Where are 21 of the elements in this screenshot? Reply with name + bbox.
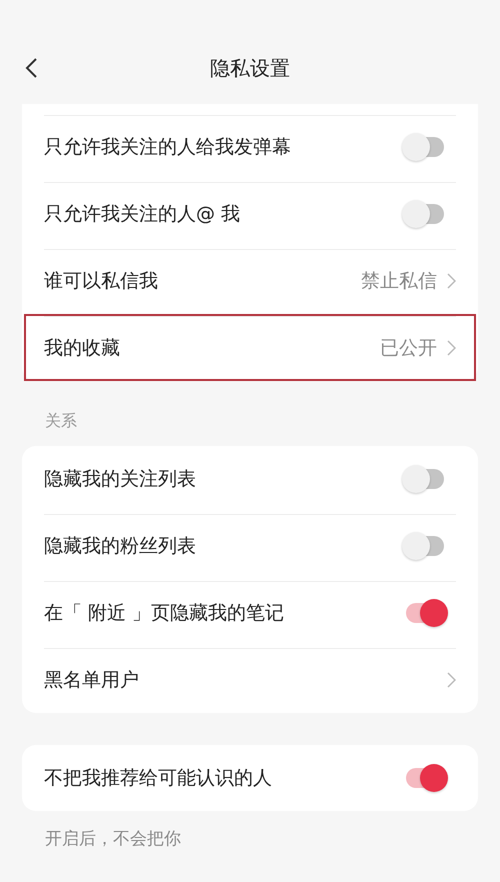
page-title: 隐私设置 xyxy=(210,54,290,82)
setting-label: 隐藏我的粉丝列表 xyxy=(44,534,196,559)
hint-text: 开启后，不会把你 xyxy=(44,828,182,850)
settings-row[interactable]: 我的收藏 已公开 xyxy=(24,314,476,381)
setting-label: 只允许我关注的人给我发弹幕 xyxy=(44,135,291,160)
setting-label: 在「 附近 」页隐藏我的笔记 xyxy=(44,601,284,626)
setting-label: 不把我推荐给可能认识的人 xyxy=(44,766,272,791)
setting-value: 禁止私信 xyxy=(361,269,437,294)
setting-label: 谁可以私信我 xyxy=(44,269,158,294)
chevron-icon[interactable] xyxy=(447,672,456,688)
chevron-icon[interactable] xyxy=(447,340,456,356)
chevron-icon[interactable] xyxy=(447,273,456,289)
setting-label: 隐藏我的关注列表 xyxy=(44,467,196,492)
setting-label: 黑名单用户 xyxy=(44,668,139,693)
setting-label: 我的收藏 xyxy=(44,336,120,361)
back-icon[interactable] xyxy=(24,57,38,79)
settings-row[interactable]: 谁可以私信我 禁止私信 xyxy=(24,247,476,314)
setting-value: 已公开 xyxy=(380,336,437,361)
setting-label: 只允许我关注的人@ 我 xyxy=(44,202,240,227)
section-title: 关系 xyxy=(44,410,78,432)
settings-row[interactable]: 黑名单用户 xyxy=(24,646,476,713)
